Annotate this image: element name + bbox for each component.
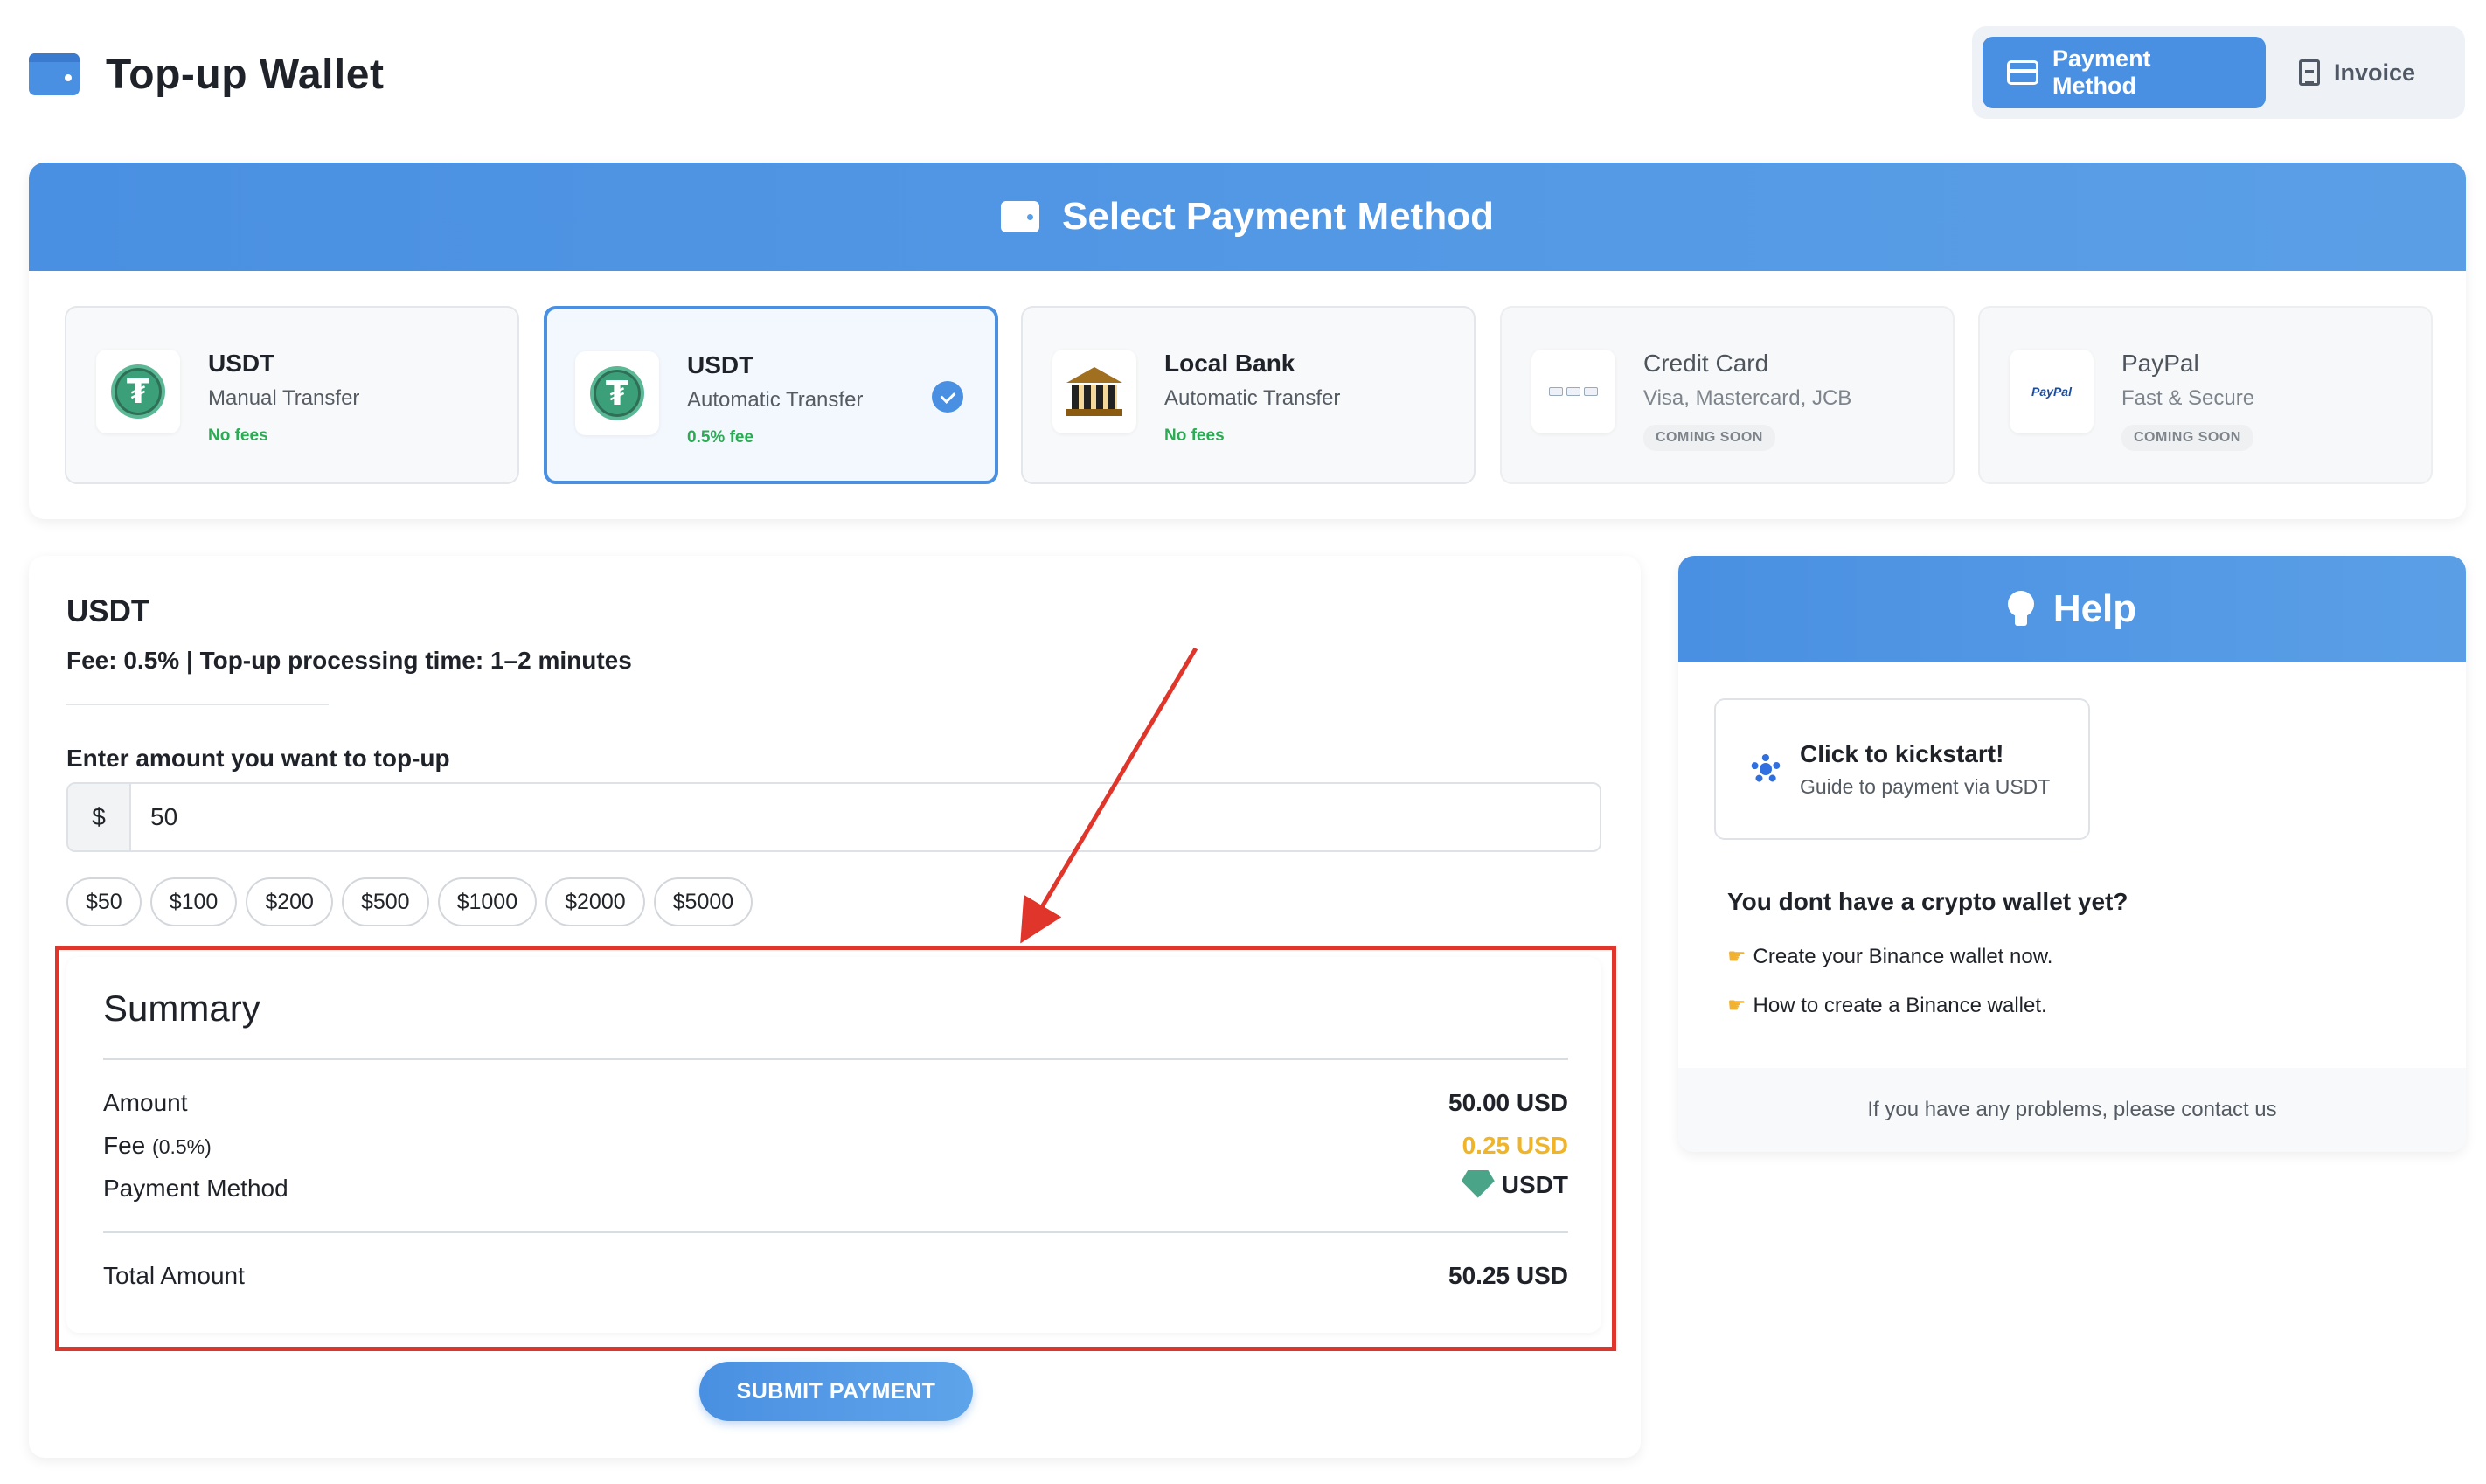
method-name: Credit Card: [1643, 350, 1769, 377]
view-tabs: Payment Method Invoice: [1972, 26, 2465, 119]
link-text: Create your Binance wallet now.: [1753, 945, 2053, 968]
kickstart-guide-card[interactable]: Click to kickstart! Guide to payment via…: [1714, 698, 2090, 840]
wallet-icon: [29, 53, 80, 95]
help-title: Help: [2052, 587, 2137, 630]
kickstart-subtitle: Guide to payment via USDT: [1800, 774, 2051, 798]
how-to-create-binance-wallet-link[interactable]: ☛ How to create a Binance wallet.: [1727, 993, 2047, 1018]
help-footer: If you have any problems, please contact…: [1678, 1068, 2466, 1152]
help-header: Help: [1678, 556, 2466, 662]
tether-icon: ₮: [590, 366, 644, 420]
method-subtitle: Automatic Transfer: [687, 388, 864, 412]
paypal-icon: PayPal: [2031, 385, 2072, 399]
preset-1000-button[interactable]: $1000: [437, 877, 538, 926]
method-logo: [1531, 350, 1615, 433]
method-subtitle: Automatic Transfer: [1164, 386, 1341, 410]
coming-soon-badge: COMING SOON: [1643, 425, 1775, 451]
credit-card-icon: [2007, 60, 2038, 85]
method-name: Local Bank: [1164, 350, 1295, 377]
amount-input-group: $: [66, 782, 1601, 852]
divider: [66, 704, 329, 705]
submit-payment-button[interactable]: SUBMIT PAYMENT: [699, 1362, 973, 1421]
preset-200-button[interactable]: $200: [246, 877, 333, 926]
amount-input[interactable]: [131, 784, 1600, 850]
tab-invoice[interactable]: Invoice: [2274, 37, 2440, 108]
method-subtitle: Fast & Secure: [2121, 386, 2255, 410]
annotation-highlight-box: [55, 946, 1616, 1351]
section-header: Select Payment Method: [29, 163, 2466, 271]
method-fee: 0.5% fee: [687, 428, 754, 447]
link-text: How to create a Binance wallet.: [1753, 994, 2047, 1017]
bank-icon: [1066, 367, 1122, 416]
amount-label: Enter amount you want to top-up: [66, 745, 450, 772]
page-header: Top-up Wallet: [29, 35, 384, 114]
preset-100-button[interactable]: $100: [149, 877, 238, 926]
method-name: PayPal: [2121, 350, 2199, 377]
payment-option-usdt-manual[interactable]: ₮ USDT Manual Transfer No fees: [65, 306, 519, 484]
payment-option-credit-card: Credit Card Visa, Mastercard, JCB COMING…: [1500, 306, 1955, 484]
tab-label: Invoice: [2334, 59, 2416, 86]
lightbulb-icon: [2007, 591, 2034, 628]
method-fee: No fees: [208, 426, 268, 445]
method-subtitle: Visa, Mastercard, JCB: [1643, 386, 1852, 410]
kickstart-title: Click to kickstart!: [1800, 739, 2004, 767]
method-fee: No fees: [1164, 426, 1225, 445]
tether-icon: ₮: [111, 364, 165, 419]
create-binance-wallet-link[interactable]: ☛ Create your Binance wallet now.: [1727, 944, 2052, 969]
preset-amounts: $50 $100 $200 $500 $1000 $2000 $5000: [66, 877, 753, 926]
selected-method-title: USDT: [66, 594, 150, 628]
preset-500-button[interactable]: $500: [341, 877, 429, 926]
wallet-question: You dont have a crypto wallet yet?: [1727, 888, 2128, 915]
pointing-hand-icon: ☛: [1727, 944, 1746, 968]
method-logo: ₮: [575, 351, 659, 435]
method-logo: PayPal: [2010, 350, 2094, 433]
page-title: Top-up Wallet: [106, 51, 385, 98]
pointing-hand-icon: ☛: [1727, 993, 1746, 1017]
help-panel: Help: [1678, 556, 2466, 1152]
method-logo: [1052, 350, 1136, 433]
document-icon: [2299, 59, 2320, 86]
method-description: Fee: 0.5% | Top-up processing time: 1–2 …: [66, 647, 632, 674]
preset-5000-button[interactable]: $5000: [653, 877, 753, 926]
tab-label: Payment Method: [2052, 45, 2151, 99]
credit-card-logos-icon: [1549, 387, 1598, 396]
method-logo: ₮: [96, 350, 180, 433]
preset-2000-button[interactable]: $2000: [545, 877, 645, 926]
payment-option-local-bank[interactable]: Local Bank Automatic Transfer No fees: [1021, 306, 1476, 484]
payment-option-usdt-automatic[interactable]: ₮ USDT Automatic Transfer 0.5% fee: [544, 306, 998, 484]
currency-symbol: $: [68, 784, 131, 850]
method-name: USDT: [687, 351, 754, 378]
tab-payment-method[interactable]: Payment Method: [1983, 37, 2266, 108]
selected-check-icon: [932, 381, 963, 413]
coming-soon-badge: COMING SOON: [2121, 425, 2253, 451]
payment-option-paypal: PayPal PayPal Fast & Secure COMING SOON: [1978, 306, 2433, 484]
wallet-icon: [1001, 201, 1040, 232]
gear-icon: [1751, 754, 1781, 784]
method-subtitle: Manual Transfer: [208, 386, 360, 410]
section-title: Select Payment Method: [1062, 195, 1494, 238]
preset-50-button[interactable]: $50: [66, 877, 142, 926]
method-name: USDT: [208, 350, 275, 377]
